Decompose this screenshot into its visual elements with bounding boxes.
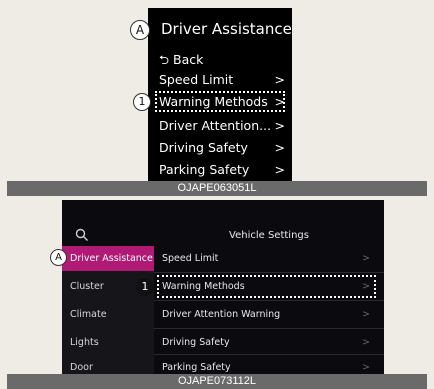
divider <box>154 328 384 329</box>
setting-item-label: Parking Safety <box>162 362 231 373</box>
highlight-frame-bottom <box>157 275 376 298</box>
menu-item-label: Driver Attention... <box>159 118 272 133</box>
top-menu-item-driver-attention[interactable]: Driver Attention... > <box>159 116 287 136</box>
category-climate[interactable]: Climate <box>70 302 154 327</box>
callout-1-bottom: 1 <box>136 278 154 296</box>
callout-1-top: 1 <box>133 93 151 111</box>
top-image-caption: OJAPE063051L <box>7 181 427 196</box>
menu-item-label: Parking Safety <box>159 162 250 177</box>
setting-item-label: Driver Attention Warning <box>162 309 281 320</box>
bottom-image-caption: OJAPE073112L <box>7 374 427 389</box>
highlight-frame-top <box>155 91 285 112</box>
chevron-right-icon: > <box>274 140 285 155</box>
chevron-right-icon: > <box>362 309 370 320</box>
top-menu-item-speed-limit[interactable]: Speed Limit > <box>159 70 287 90</box>
search-icon[interactable] <box>75 228 89 242</box>
chevron-right-icon: > <box>362 253 370 264</box>
top-menu-item-parking-safety[interactable]: Parking Safety > <box>159 160 287 180</box>
setting-item-driving-safety[interactable]: Driving Safety > <box>162 330 380 355</box>
back-arrow-icon: ⮌ <box>159 52 173 67</box>
menu-item-label: Speed Limit <box>159 72 234 87</box>
settings-screen-title: Vehicle Settings <box>229 230 309 241</box>
menu-item-label: Driving Safety <box>159 140 248 155</box>
top-menu-title: Driver Assistance <box>161 20 292 38</box>
setting-item-label: Driving Safety <box>162 337 230 348</box>
category-lights[interactable]: Lights <box>70 330 154 355</box>
callout-a-bottom: A <box>50 249 67 266</box>
setting-item-speed-limit[interactable]: Speed Limit > <box>162 246 380 271</box>
chevron-right-icon: > <box>274 72 285 87</box>
top-menu-item-driving-safety[interactable]: Driving Safety > <box>159 138 287 158</box>
back-button[interactable]: ⮌ Back <box>159 50 287 70</box>
callout-a-top: A <box>130 20 150 40</box>
chevron-right-icon: > <box>362 337 370 348</box>
divider <box>154 272 384 273</box>
setting-item-label: Speed Limit <box>162 253 219 264</box>
chevron-right-icon: > <box>274 118 285 133</box>
back-label: Back <box>173 52 204 67</box>
divider <box>154 300 384 301</box>
category-driver-assistance[interactable]: Driver Assistance <box>70 246 154 271</box>
chevron-right-icon: > <box>274 162 285 177</box>
setting-item-driver-attention-warning[interactable]: Driver Attention Warning > <box>162 302 380 327</box>
